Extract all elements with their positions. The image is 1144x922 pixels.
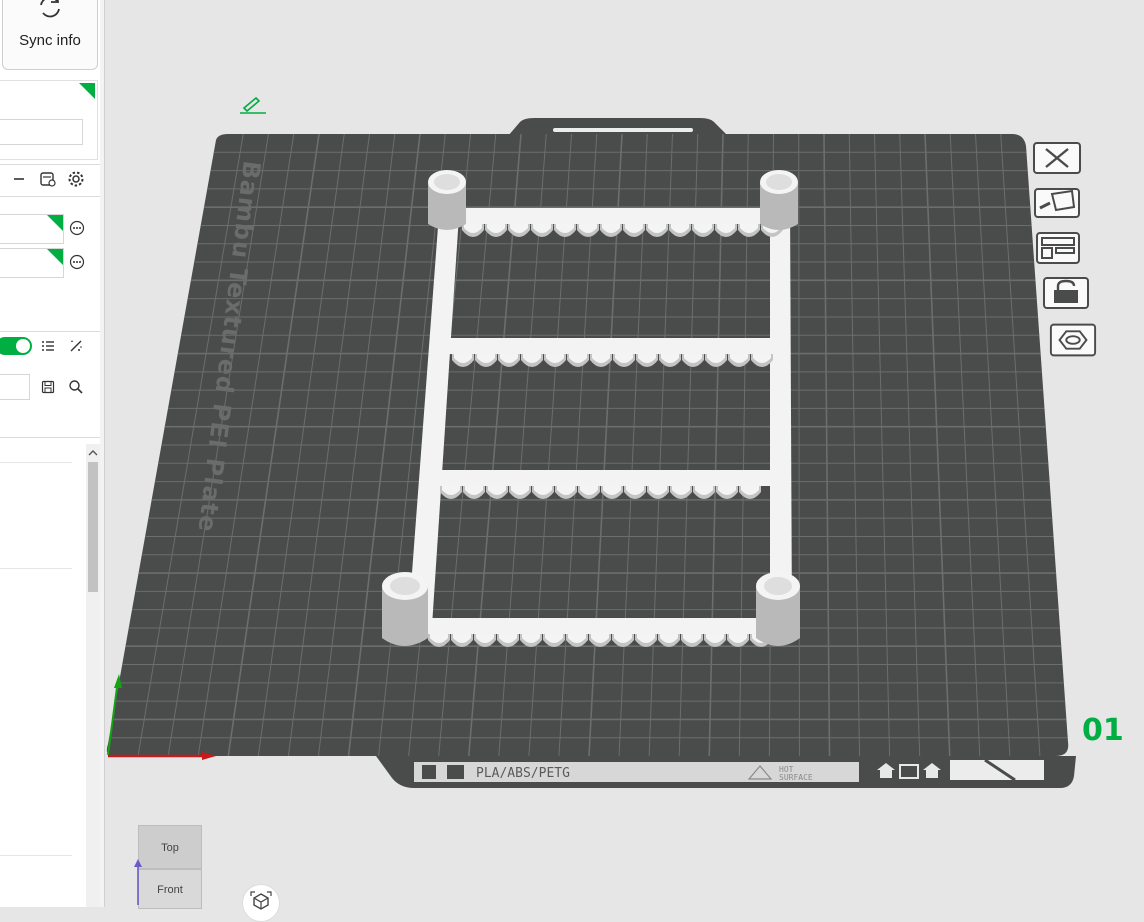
divider <box>0 437 100 438</box>
scrollbar-thumb[interactable] <box>88 462 98 592</box>
filament-field-1[interactable] <box>0 214 64 244</box>
plate-settings-button[interactable] <box>1048 323 1098 357</box>
divider <box>0 196 100 197</box>
divider <box>0 164 100 165</box>
modified-flag <box>47 215 63 231</box>
view-cube[interactable]: Top Front <box>134 825 202 909</box>
divider <box>0 331 100 332</box>
modified-flag <box>47 249 63 265</box>
surface-label: SURFACE <box>779 773 813 782</box>
view-cube-front[interactable]: Front <box>138 869 202 909</box>
advanced-toggle[interactable] <box>0 337 32 355</box>
list-icon[interactable] <box>38 336 58 356</box>
divider <box>0 568 72 569</box>
model-rung <box>414 618 778 634</box>
view-cube-top[interactable]: Top <box>138 825 202 869</box>
minus-icon[interactable] <box>9 169 29 189</box>
divider <box>0 855 72 856</box>
model-post <box>382 572 428 646</box>
printer-field[interactable] <box>0 119 83 145</box>
plate-number[interactable]: 01 <box>1082 713 1124 748</box>
scroll-up-icon[interactable] <box>86 446 100 460</box>
model-rung <box>430 470 770 486</box>
search-icon[interactable] <box>66 377 86 397</box>
plate-tab <box>950 760 1044 780</box>
camera-icon <box>250 891 272 910</box>
left-sidebar: Sync info <box>0 0 101 907</box>
build-plate-scene: PLA/ABS/PETG HOT SURFACE Bambu Textured … <box>106 118 1076 788</box>
orient-button[interactable] <box>1032 186 1082 220</box>
modified-flag <box>79 83 95 99</box>
model-rung <box>440 338 770 354</box>
magic-wand-icon[interactable] <box>66 336 86 356</box>
gear-icon[interactable] <box>66 169 86 189</box>
filament-field-2[interactable] <box>0 248 64 278</box>
lock-plate-button[interactable] <box>1041 276 1091 310</box>
model-post <box>756 572 800 646</box>
arrange-icon <box>1036 232 1080 264</box>
orient-icon <box>1034 188 1080 218</box>
more-icon[interactable] <box>67 218 87 238</box>
sync-info-button[interactable]: Sync info <box>2 0 98 70</box>
more-icon[interactable] <box>67 252 87 272</box>
plate-handle-slot <box>553 128 693 132</box>
plate-settings-icon <box>1049 323 1097 357</box>
sync-icon <box>40 0 60 18</box>
model-post <box>760 170 798 230</box>
printer-panel <box>0 80 98 160</box>
filament-settings-icon[interactable] <box>38 169 58 189</box>
search-input[interactable] <box>0 374 30 400</box>
plate-logo-icon <box>422 765 436 779</box>
camera-reset-button[interactable] <box>242 884 280 922</box>
model-rung <box>448 208 778 224</box>
plate-material-label: PLA/ABS/PETG <box>476 766 570 781</box>
3d-viewport[interactable]: PLA/ABS/PETG HOT SURFACE Bambu Textured … <box>105 0 1144 922</box>
edit-icon[interactable] <box>238 94 268 114</box>
sync-info-label: Sync info <box>19 32 81 49</box>
arrange-button[interactable] <box>1032 231 1082 265</box>
model-post <box>428 170 466 230</box>
close-icon <box>1033 142 1081 174</box>
save-icon[interactable] <box>38 377 58 397</box>
remove-plate-button[interactable] <box>1032 141 1082 175</box>
plate-handle <box>508 118 728 136</box>
divider <box>0 462 72 463</box>
z-axis-icon <box>134 859 142 905</box>
lock-icon <box>1043 277 1089 309</box>
model-right-rail <box>770 200 792 626</box>
plate-logo-icon <box>447 765 464 779</box>
